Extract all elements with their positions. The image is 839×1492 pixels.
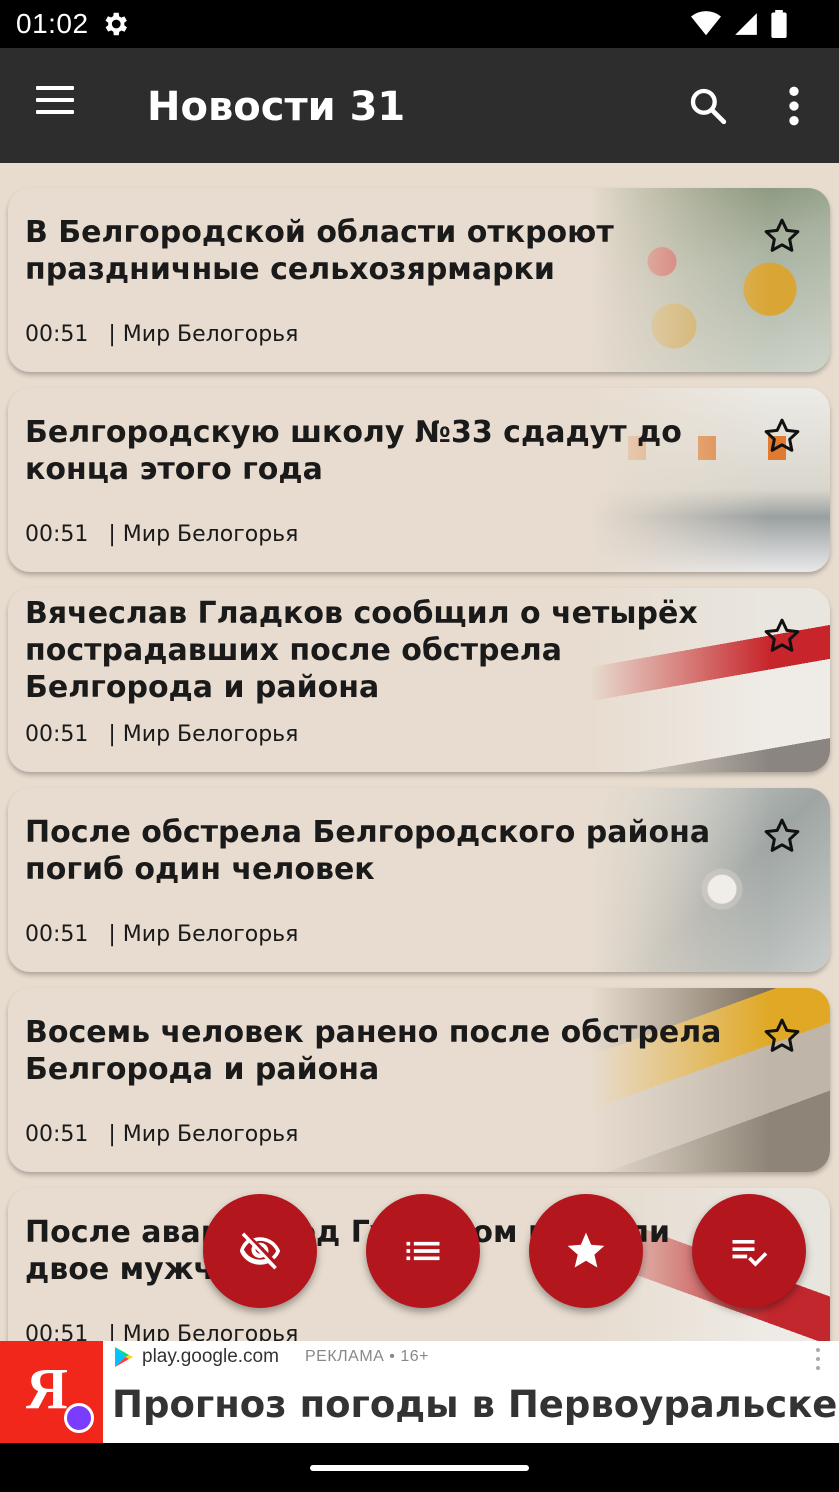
google-play-icon xyxy=(115,1347,133,1367)
star-outline-icon[interactable] xyxy=(762,616,802,656)
news-title: Восемь человек ранено после обстрела Бел… xyxy=(25,1015,722,1087)
star-outline-icon[interactable] xyxy=(762,1016,802,1056)
news-time: 00:51 xyxy=(25,722,89,747)
news-source: | Мир Белогорья xyxy=(108,322,299,347)
ad-banner[interactable]: Я play.google.com РЕКЛАМА • 16+ Прогноз … xyxy=(0,1341,839,1443)
more-vert-icon[interactable] xyxy=(780,86,808,126)
news-meta: 00:51 | Мир Белогорья xyxy=(25,922,298,947)
news-card[interactable]: В Белгородской области откроют праздничн… xyxy=(8,188,830,372)
app-title: Новости 31 xyxy=(147,84,406,130)
news-meta: 00:51 | Мир Белогорья xyxy=(25,322,298,347)
news-title: После обстрела Белгородского района поги… xyxy=(25,815,711,887)
visibility-off-icon xyxy=(239,1232,281,1270)
news-card[interactable]: После обстрела Белгородского района поги… xyxy=(8,788,830,972)
playlist-check-icon xyxy=(732,1240,768,1267)
list-fab-button[interactable] xyxy=(366,1194,480,1308)
news-card[interactable]: Вячеслав Гладков сообщил о четырёх постр… xyxy=(8,588,830,772)
news-card[interactable]: Восемь человек ранено после обстрела Бел… xyxy=(8,988,830,1172)
mark-read-fab-button[interactable] xyxy=(692,1194,806,1308)
news-meta: 00:51 | Мир Белогорья xyxy=(25,1122,298,1147)
star-outline-icon[interactable] xyxy=(762,416,802,456)
hide-read-fab-button[interactable] xyxy=(203,1194,317,1308)
news-source: | Мир Белогорья xyxy=(108,1122,299,1147)
list-icon xyxy=(406,1241,440,1261)
status-bar: 01:02 xyxy=(0,0,839,48)
ad-label: РЕКЛАМА • 16+ xyxy=(305,1348,429,1365)
news-source: | Мир Белогорья xyxy=(108,1322,299,1341)
news-meta: 00:51 | Мир Белогорья xyxy=(25,722,298,747)
news-meta: 00:51 | Мир Белогорья xyxy=(25,1322,298,1341)
alice-icon xyxy=(64,1403,94,1433)
news-source: | Мир Белогорья xyxy=(108,722,299,747)
favorites-fab-button[interactable] xyxy=(529,1194,643,1308)
navigation-bar xyxy=(0,1443,839,1492)
hamburger-menu-icon[interactable] xyxy=(36,86,76,126)
yandex-logo: Я xyxy=(0,1341,103,1443)
news-source: | Мир Белогорья xyxy=(108,922,299,947)
ad-title: Прогноз погоды в Первоуральске xyxy=(112,1383,838,1426)
battery-icon xyxy=(771,10,787,38)
status-time: 01:02 xyxy=(16,8,89,39)
cellular-signal-icon xyxy=(735,13,757,35)
news-title: Вячеслав Гладков сообщил о четырёх постр… xyxy=(25,596,698,705)
settings-gear-icon xyxy=(105,12,127,36)
star-outline-icon[interactable] xyxy=(762,216,802,256)
news-time: 00:51 xyxy=(25,922,89,947)
star-filled-icon xyxy=(567,1232,605,1268)
yandex-logo-letter: Я xyxy=(26,1356,68,1421)
news-source: | Мир Белогорья xyxy=(108,522,299,547)
ad-source: play.google.com xyxy=(142,1346,279,1367)
news-card[interactable]: Белгородскую школу №33 сдадут до конца э… xyxy=(8,388,830,572)
ad-more-icon[interactable] xyxy=(812,1347,824,1371)
star-outline-icon[interactable] xyxy=(762,816,802,856)
news-meta: 00:51 | Мир Белогорья xyxy=(25,522,298,547)
app-bar: Новости 31 xyxy=(0,48,839,163)
news-time: 00:51 xyxy=(25,322,89,347)
search-icon[interactable] xyxy=(688,86,728,126)
news-list[interactable]: В Белгородской области откроют праздничн… xyxy=(0,163,839,1341)
news-title: Белгородскую школу №33 сдадут до конца э… xyxy=(25,415,682,487)
news-time: 00:51 xyxy=(25,1122,89,1147)
home-gesture-handle[interactable] xyxy=(310,1465,529,1471)
status-icons xyxy=(691,9,787,39)
news-title: В Белгородской области откроют праздничн… xyxy=(25,215,614,287)
wifi-icon xyxy=(691,11,721,36)
news-time: 00:51 xyxy=(25,522,89,547)
news-time: 00:51 xyxy=(25,1322,89,1341)
